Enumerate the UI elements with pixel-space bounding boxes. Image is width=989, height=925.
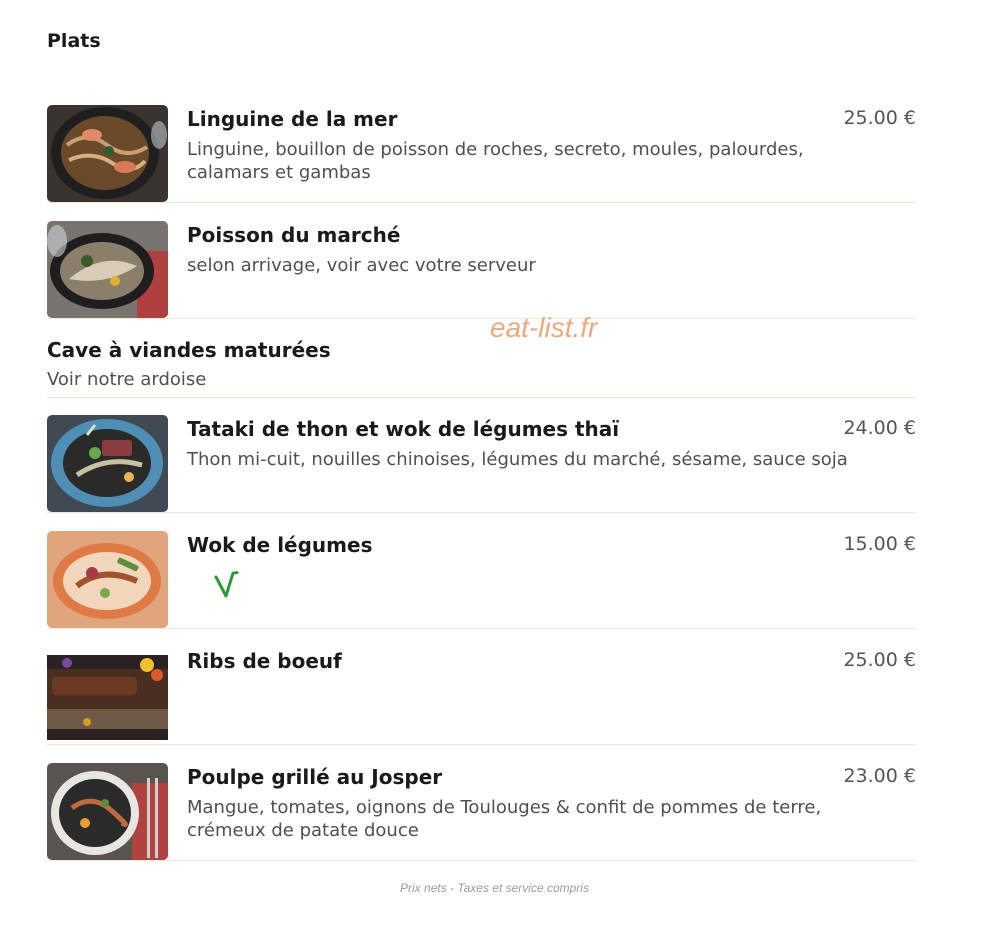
footer-note: Prix nets - Taxes et service compris (400, 881, 589, 895)
item-description: Mangue, tomates, oignons de Toulouges & … (187, 797, 822, 841)
item-price: 24.00 € (843, 417, 916, 439)
item-description: Linguine, bouillon de poisson de roches,… (187, 139, 804, 183)
dish-photo-octopus (47, 763, 168, 860)
menu-item[interactable]: Poulpe grillé au Josper Mangue, tomates,… (47, 763, 916, 861)
menu-item[interactable]: Poisson du marché selon arrivage, voir a… (47, 221, 916, 319)
item-name: Ribs de boeuf (187, 649, 342, 673)
item-name: Linguine de la mer (187, 107, 398, 131)
item-name: Tataki de thon et wok de légumes thaï (187, 417, 620, 441)
section-title: Plats (47, 30, 101, 52)
item-name: Wok de légumes (187, 533, 373, 557)
item-description: selon arrivage, voir avec votre serveur (187, 255, 536, 276)
item-name: Poulpe grillé au Josper (187, 765, 443, 789)
dish-photo-linguine (47, 105, 168, 202)
menu-item[interactable]: Linguine de la mer Linguine, bouillon de… (47, 105, 916, 203)
info-block: Cave à viandes maturées Voir notre ardoi… (47, 338, 916, 398)
dish-photo-wok (47, 531, 168, 628)
item-price: 23.00 € (843, 765, 916, 787)
item-price: 25.00 € (843, 107, 916, 129)
menu-item[interactable]: Wok de légumes 15.00 € (47, 531, 916, 629)
menu-item[interactable]: Ribs de boeuf 25.00 € (47, 647, 916, 745)
info-title: Cave à viandes maturées (47, 338, 331, 362)
dish-photo-tataki (47, 415, 168, 512)
dish-photo-fish (47, 221, 168, 318)
vegetarian-icon (214, 571, 239, 598)
dish-photo-ribs (47, 647, 168, 744)
item-price: 25.00 € (843, 649, 916, 671)
item-description: Thon mi-cuit, nouilles chinoises, légume… (187, 449, 848, 470)
item-name: Poisson du marché (187, 223, 401, 247)
info-subtitle: Voir notre ardoise (47, 369, 207, 390)
item-price: 15.00 € (843, 533, 916, 555)
menu-item[interactable]: Tataki de thon et wok de légumes thaï Th… (47, 415, 916, 513)
